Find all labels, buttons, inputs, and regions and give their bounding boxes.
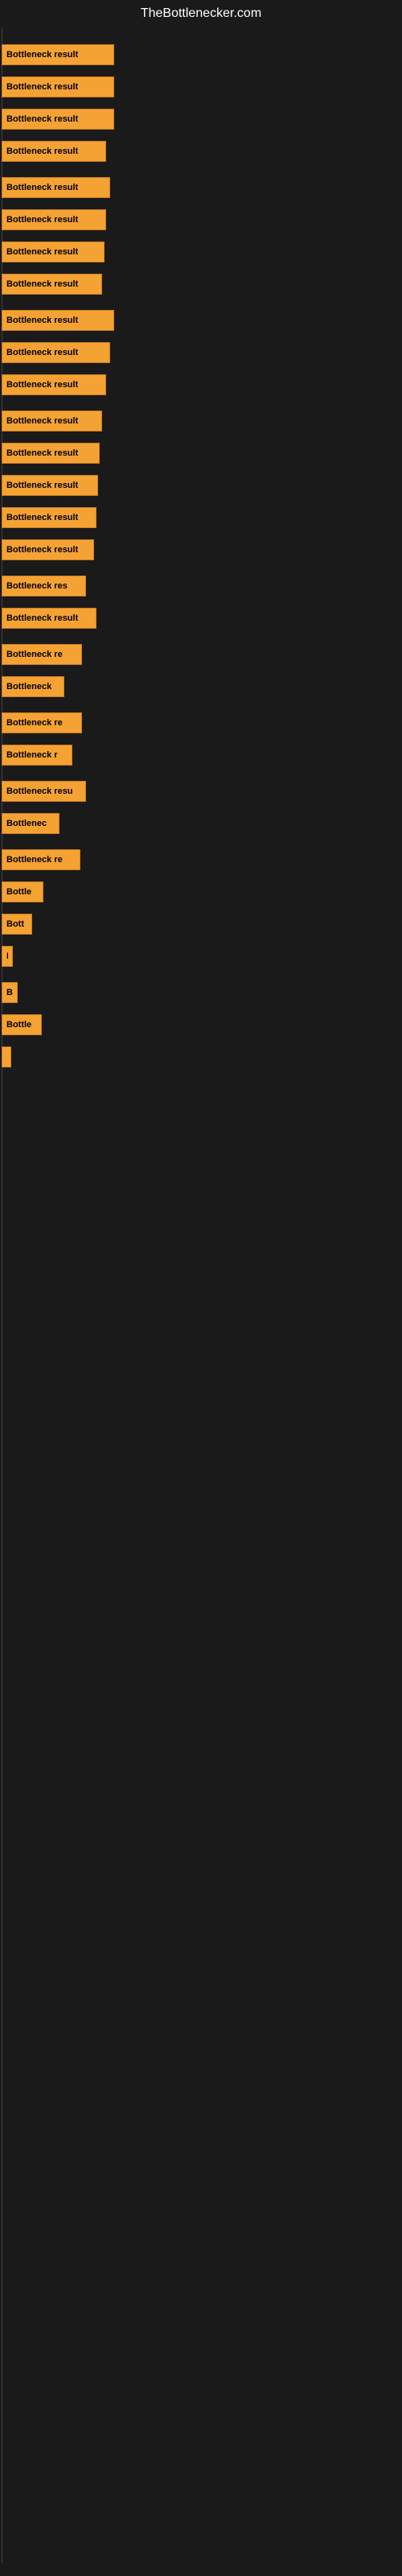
bar-label: Bottle <box>6 1020 31 1030</box>
bar-rect: Bottleneck result <box>2 274 102 295</box>
bar-label: Bottleneck result <box>6 147 78 156</box>
bar-rect: Bottleneck result <box>2 109 114 130</box>
bar-rect: Bottleneck result <box>2 443 100 464</box>
bar-label: Bottlenec <box>6 819 47 828</box>
site-header: TheBottlenecker.com <box>0 0 402 27</box>
bar-rect: Bottleneck result <box>2 539 94 560</box>
bar-label: Bottleneck result <box>6 481 78 490</box>
bar-rect: Bottleneck r <box>2 745 72 766</box>
bar-label: Bottleneck result <box>6 215 78 225</box>
bar-label: Bottleneck result <box>6 613 78 623</box>
bar-label: B <box>6 952 8 961</box>
bar-label: Bottleneck re <box>6 650 63 659</box>
bar-rect: Bottleneck result <box>2 242 105 262</box>
bar-item: Bottleneck r <box>2 744 72 766</box>
bar-rect: Bottleneck result <box>2 76 114 97</box>
bar-item: Bottleneck result <box>2 442 100 464</box>
bar-label: Bottleneck result <box>6 348 78 357</box>
bar-rect: Bottle <box>2 881 43 902</box>
bar-rect: Bottleneck res <box>2 576 86 597</box>
bar-item: Bottleneck result <box>2 108 114 130</box>
bar-label: Bottleneck res <box>6 581 68 591</box>
bar-label: Bottleneck <box>6 682 51 691</box>
bar-rect: Bottle <box>2 1014 42 1035</box>
bar-item: B <box>2 945 13 968</box>
bar-label: Bottleneck re <box>6 855 63 865</box>
bar-rect: Bottleneck result <box>2 507 96 528</box>
bar-label: Bottleneck result <box>6 380 78 390</box>
bar-rect: Bottleneck result <box>2 177 110 198</box>
bar-item: Bottleneck result <box>2 506 96 529</box>
bar-label: Bottleneck result <box>6 82 78 92</box>
bar-label: Bottleneck result <box>6 513 78 522</box>
bar-rect: Bottleneck result <box>2 141 106 162</box>
bar-label: Bottleneck result <box>6 114 78 124</box>
bar-item: Bottleneck <box>2 675 64 698</box>
bar-item: Bottleneck result <box>2 607 96 630</box>
bar-item: Bottleneck result <box>2 410 102 432</box>
bar-label: Bottleneck resu <box>6 786 73 796</box>
bar-rect: Bottleneck result <box>2 475 98 496</box>
bar-label: Bottle <box>6 887 31 897</box>
bar-label: Bottleneck result <box>6 183 78 192</box>
bar-item: Bottleneck result <box>2 309 114 332</box>
site-title: TheBottlenecker.com <box>0 0 402 27</box>
bar-item: Bottleneck res <box>2 575 86 597</box>
bar-item: Bottlenec <box>2 812 59 835</box>
bar-rect: Bottleneck result <box>2 44 114 65</box>
bar-label: Bott <box>6 919 24 929</box>
bar-item: Bottleneck result <box>2 273 102 295</box>
bar-rect: B <box>2 946 13 967</box>
bar-item: Bottleneck result <box>2 140 106 163</box>
bar-rect: Bottleneck result <box>2 209 106 230</box>
bar-item: Bottleneck result <box>2 176 110 199</box>
bar-label: Bottleneck result <box>6 448 78 458</box>
chart-area: Bottleneck result Bottleneck result Bottle… <box>0 27 402 2563</box>
bar-item: Bo <box>2 981 18 1004</box>
bar-rect: Bottleneck <box>2 676 64 697</box>
bar-item: Bottle <box>2 1013 42 1036</box>
bar-label: Bottleneck result <box>6 50 78 60</box>
bar-rect: B <box>2 1046 11 1067</box>
bar-label: Bottleneck result <box>6 279 78 289</box>
bar-rect: Bottleneck result <box>2 411 102 431</box>
bar-label: Bottleneck result <box>6 545 78 555</box>
bar-rect: Bottleneck result <box>2 310 114 331</box>
bar-rect: Bottleneck re <box>2 712 82 733</box>
bar-label: Bottleneck result <box>6 416 78 426</box>
bar-item: Bottleneck result <box>2 474 98 497</box>
bar-item: Bott <box>2 913 32 935</box>
bar-rect: Bo <box>2 982 18 1003</box>
bar-item: Bottle <box>2 881 43 903</box>
bar-item: Bottleneck result <box>2 208 106 231</box>
bar-rect: Bottleneck result <box>2 608 96 629</box>
bar-label: Bottleneck result <box>6 316 78 325</box>
bar-rect: Bottleneck resu <box>2 781 86 802</box>
bar-item: Bottleneck result <box>2 341 110 364</box>
bar-item: B <box>2 1046 11 1068</box>
bar-item: Bottleneck result <box>2 43 114 66</box>
bar-item: Bottleneck result <box>2 539 94 561</box>
bar-item: Bottleneck re <box>2 848 80 871</box>
bar-item: Bottleneck result <box>2 374 106 396</box>
bar-label: Bo <box>6 988 13 997</box>
bar-item: Bottleneck re <box>2 643 82 666</box>
bar-label: Bottleneck result <box>6 247 78 257</box>
bar-rect: Bottleneck re <box>2 644 82 665</box>
bar-item: Bottleneck resu <box>2 780 86 803</box>
bar-item: Bottleneck re <box>2 712 82 734</box>
bar-label: Bottleneck r <box>6 750 58 760</box>
bar-rect: Bottleneck re <box>2 849 80 870</box>
bar-rect: Bottleneck result <box>2 342 110 363</box>
bar-item: Bottleneck result <box>2 76 114 98</box>
bar-rect: Bottlenec <box>2 813 59 834</box>
bar-label: Bottleneck re <box>6 718 63 728</box>
bar-rect: Bott <box>2 914 32 935</box>
bar-item: Bottleneck result <box>2 241 105 263</box>
bar-rect: Bottleneck result <box>2 374 106 395</box>
